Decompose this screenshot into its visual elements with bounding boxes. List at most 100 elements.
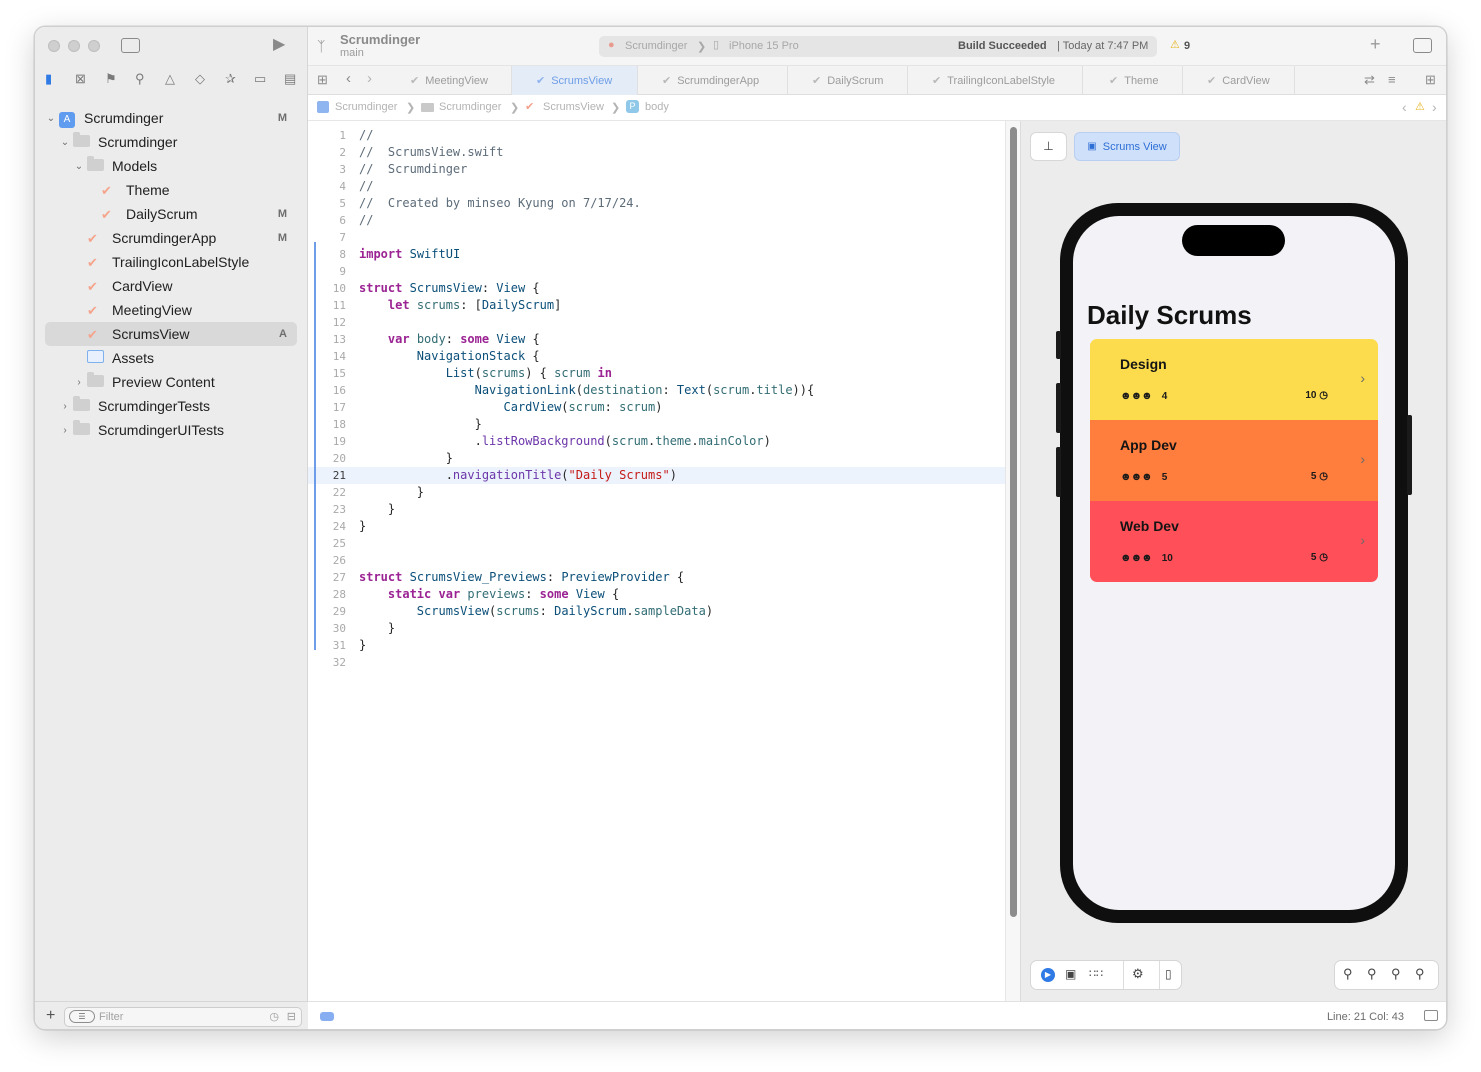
debug-area-toggle-icon[interactable] [320,1012,334,1021]
breadcrumb-project[interactable]: Scrumdinger [335,101,397,113]
activity-view[interactable]: ● Scrumdinger ❯ ▯ iPhone 15 Pro Build Su… [599,36,1157,57]
tree-item-assets[interactable]: Assets [73,346,297,370]
code-line[interactable]: 20 } [308,450,1005,467]
minimize-window-button[interactable] [68,40,80,52]
chevron-right-icon[interactable]: › [59,425,71,436]
code-line[interactable]: 31} [308,637,1005,654]
scroll-thumb[interactable] [1010,127,1017,917]
code-line[interactable]: 16 NavigationLink(destination: Text(scru… [308,382,1005,399]
tree-item-meetingview[interactable]: ✔ MeetingView [73,298,297,322]
tab-scrumdingerapp[interactable]: ✔ ScrumdingerApp [638,66,788,95]
code-line[interactable]: 14 NavigationStack { [308,348,1005,365]
tree-item-trailingiconlabelstyle[interactable]: ✔ TrailingIconLabelStyle [73,250,297,274]
tree-item-cardview[interactable]: ✔ CardView [73,274,297,298]
code-line[interactable]: 9 [308,263,1005,280]
zoom-in-icon[interactable]: ⚲ [1415,966,1425,982]
tab-cardview[interactable]: ✔ CardView [1183,66,1295,95]
code-line[interactable]: 15 List(scrums) { scrum in [308,365,1005,382]
close-window-button[interactable] [48,40,60,52]
breakpoint-icon[interactable]: ▭ [254,71,266,87]
editor-options-icon[interactable]: ≡ [1388,72,1396,87]
zoom-out-icon[interactable]: ⚲ [1343,966,1353,982]
code-line[interactable]: 28 static var previews: some View { [308,586,1005,603]
code-line[interactable]: 13 var body: some View { [308,331,1005,348]
tree-item-group-scrumdinger[interactable]: ⌄ Scrumdinger [59,130,297,154]
split-editor-icon[interactable]: ⊞ [1425,72,1436,88]
find-icon[interactable]: ⚲ [135,71,145,87]
chevron-down-icon[interactable]: ⌄ [73,161,85,172]
preview-selector[interactable]: ▣ Scrums View [1075,133,1179,160]
previous-issue-icon[interactable]: ‹ [1402,99,1407,115]
warning-icon[interactable]: ⚠ [1415,100,1425,113]
code-line[interactable]: 11 let scrums: [DailyScrum] [308,297,1005,314]
sync-icon[interactable]: ⇄ [1364,72,1375,88]
tab-theme[interactable]: ✔ Theme [1083,66,1183,95]
tab-scrumsview[interactable]: ✔ ScrumsView [512,66,638,95]
code-line[interactable]: 8 import SwiftUI [308,246,1005,263]
select-mode-icon[interactable]: ▣ [1065,967,1076,981]
code-line[interactable]: 23 } [308,501,1005,518]
tree-item-scrumdingerapp[interactable]: ✔ ScrumdingerApp M [73,226,297,250]
scrum-card[interactable]: App Dev ☻☻☻ 5 5 ◷ › [1090,420,1378,501]
tree-item-models[interactable]: ⌄ Models [73,154,297,178]
code-line[interactable]: 25 [308,535,1005,552]
device-selector[interactable]: iPhone 15 Pro [729,40,799,52]
code-line[interactable]: 32 [308,654,1005,671]
source-control-filter-icon[interactable]: ⊟ [287,1010,296,1023]
code-line[interactable]: 6 // [308,212,1005,229]
tree-item-preview-content[interactable]: › Preview Content [73,370,297,394]
bookmark-icon[interactable]: ⚑ [105,71,117,87]
settings-toggle-icon[interactable]: ⚙ [1132,966,1144,982]
code-line[interactable]: 12 [308,314,1005,331]
source-editor[interactable]: 1 // 2 // ScrumsView.swift 3 // Scrumdinger 4 /… [308,121,1008,1001]
code-line[interactable]: 19 .listRowBackground(scrum.theme.mainCo… [308,433,1005,450]
tab-meetingview[interactable]: ✔ MeetingView [392,66,512,95]
sidebar-toggle-icon[interactable] [121,38,140,53]
filter-options-icon[interactable]: ☰ [69,1010,95,1023]
code-line[interactable]: 27 struct ScrumsView_Previews: PreviewPro… [308,569,1005,586]
code-line[interactable]: 1 // [308,127,1005,144]
tree-item-project[interactable]: ⌄ A Scrumdinger M [45,106,297,130]
breadcrumb-group[interactable]: Scrumdinger [439,101,501,113]
add-icon[interactable]: + [46,1007,55,1025]
code-line[interactable]: 29 ScrumsView(scrums: DailyScrum.sampleD… [308,603,1005,620]
code-line[interactable]: 24} [308,518,1005,535]
variants-icon[interactable]: ∷∷ [1089,967,1103,980]
back-icon[interactable]: ‹ [346,70,351,87]
code-line[interactable]: 3 // Scrumdinger [308,161,1005,178]
code-line[interactable]: 5 // Created by minseo Kyung on 7/17/24. [308,195,1005,212]
code-line[interactable]: 17 CardView(scrum: scrum) [308,399,1005,416]
issue-icon[interactable]: △ [165,71,175,87]
warning-icon[interactable]: ⚠ [1170,38,1180,51]
tree-item-dailyscrum[interactable]: ✔ DailyScrum M [87,202,297,226]
debug-icon[interactable]: ✰ [225,71,236,87]
breadcrumb-file[interactable]: ScrumsView [543,101,604,113]
code-line[interactable]: 21 .navigationTitle("Daily Scrums") [308,467,1005,484]
tree-item-scrumsview[interactable]: ✔ ScrumsView A [45,322,297,346]
code-line[interactable]: 18 } [308,416,1005,433]
scheme-selector[interactable]: Scrumdinger [625,40,687,52]
tab-dailyscrum[interactable]: ✔ DailyScrum [788,66,908,95]
run-button[interactable]: ▶ [273,37,285,53]
recent-files-icon[interactable]: ◷ [269,1010,279,1023]
zoom-100-icon[interactable]: ⚲ [1367,966,1377,982]
project-navigator-icon[interactable]: ▮ [45,71,52,87]
scrum-card[interactable]: Web Dev ☻☻☻ 10 5 ◷ › [1090,501,1378,582]
forward-icon[interactable]: › [367,70,372,87]
tree-item-tests[interactable]: › ScrumdingerTests [59,394,297,418]
tree-item-uitests[interactable]: › ScrumdingerUITests [59,418,297,442]
code-line[interactable]: 7 [308,229,1005,246]
code-line[interactable]: 22 } [308,484,1005,501]
report-icon[interactable]: ▤ [284,71,296,87]
chevron-down-icon[interactable]: ⌄ [45,113,57,124]
live-mode-icon[interactable]: ▶ [1041,968,1055,982]
grid-icon[interactable]: ⊞ [317,72,328,88]
editor-scrollbar[interactable] [1005,121,1021,1001]
code-line[interactable]: 10 struct ScrumsView: View { [308,280,1005,297]
tab-trailingiconlabelstyle[interactable]: ✔ TrailingIconLabelStyle [908,66,1083,95]
zoom-window-button[interactable] [88,40,100,52]
test-icon[interactable]: ◇ [195,71,205,87]
code-line[interactable]: 30 } [308,620,1005,637]
chevron-right-icon[interactable]: › [73,377,85,388]
pin-button[interactable]: ⊥ [1031,133,1066,160]
